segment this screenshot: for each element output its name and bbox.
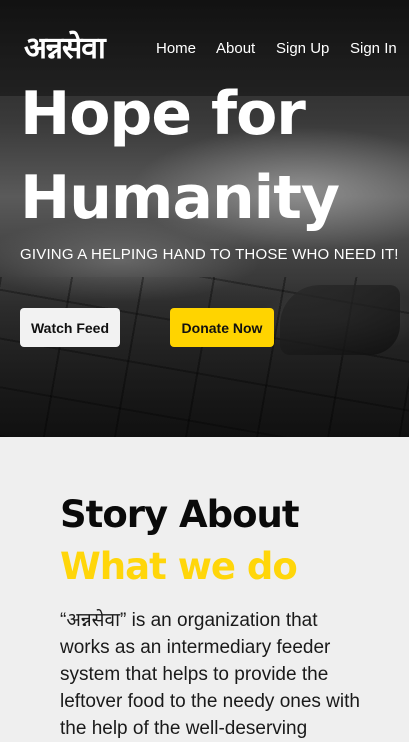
nav-link-about[interactable]: About — [216, 40, 255, 57]
about-description: “अन्नसेवा” is an organization that works… — [60, 610, 360, 739]
brand-logo[interactable]: अन्नसेवा — [24, 26, 106, 67]
about-heading: Story About — [60, 493, 300, 536]
nav-link-sign-up[interactable]: Sign Up — [276, 40, 329, 57]
hero-tagline: GIVING A HELPING HAND TO THOSE WHO NEED … — [20, 246, 399, 263]
watch-feed-button[interactable]: Watch Feed — [20, 308, 120, 347]
hero-title-line-2: Humanity — [20, 163, 340, 233]
hero-section: अन्नसेवा Home About Sign Up Sign In Hope… — [0, 0, 409, 437]
hero-background-detail — [280, 285, 400, 355]
hero-title: Hope for Humanity — [20, 72, 340, 240]
donate-now-button[interactable]: Donate Now — [170, 308, 274, 347]
nav-link-sign-in[interactable]: Sign In — [350, 40, 397, 57]
about-section: Story About What we do “अन्नसेवा” is an … — [0, 437, 409, 739]
about-subheading: What we do — [60, 545, 298, 588]
hero-title-line-1: Hope for — [20, 79, 306, 149]
nav-link-home[interactable]: Home — [156, 40, 196, 57]
